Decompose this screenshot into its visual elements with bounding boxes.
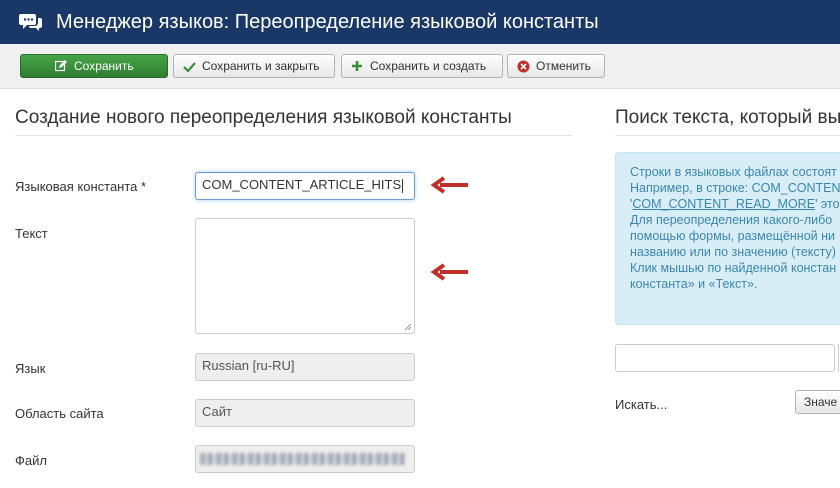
arrow-left-icon: [430, 176, 468, 194]
file-label: Файл: [15, 453, 47, 468]
divider: [15, 135, 572, 136]
toolbar: Сохранить Сохранить и закрыть Сохранить …: [0, 44, 840, 89]
comments-icon: [19, 11, 43, 33]
site-area-label: Область сайта: [15, 406, 104, 421]
constant-label: Языковая константа *: [15, 179, 147, 194]
info-line: Для переопределения какого-либо: [630, 213, 833, 227]
text-textarea[interactable]: [195, 218, 415, 334]
save-button-label: Сохранить: [74, 59, 134, 73]
info-line: помощью формы, размещённой ни: [630, 229, 835, 243]
info-line: Клик мышью по найденной констан: [630, 261, 837, 275]
search-label: Искать...: [615, 397, 668, 412]
info-line: Например, в строке: COM_CONTENT: [630, 181, 840, 195]
cancel-button-label: Отменить: [536, 59, 591, 73]
edit-icon: [54, 59, 68, 73]
text-label: Текст: [15, 226, 48, 241]
search-input[interactable]: [615, 344, 835, 372]
text-cursor: [402, 178, 404, 193]
info-line: константа» и «Текст».: [630, 277, 758, 291]
save-close-button[interactable]: Сохранить и закрыть: [173, 54, 335, 78]
save-new-button[interactable]: Сохранить и создать: [341, 54, 503, 78]
constant-value: COM_CONTENT_ARTICLE_HITS: [202, 177, 402, 192]
language-field: Russian [ru-RU]: [195, 353, 415, 381]
cancel-button[interactable]: Отменить: [507, 54, 605, 78]
title-bar: Менеджер языков: Переопределение языково…: [0, 0, 840, 44]
info-alert: Строки в языковых файлах состоят Наприме…: [615, 152, 840, 325]
blurred-file-path: [200, 453, 405, 465]
resize-handle-icon[interactable]: [403, 322, 412, 331]
save-button[interactable]: Сохранить: [20, 54, 168, 78]
search-title: Поиск текста, который вы: [615, 107, 840, 128]
save-close-button-label: Сохранить и закрыть: [202, 59, 320, 73]
language-label: Язык: [15, 361, 46, 376]
divider: [615, 135, 840, 136]
check-icon: [182, 59, 196, 73]
page-title: Менеджер языков: Переопределение языково…: [56, 10, 599, 33]
site-area-field: Сайт: [195, 399, 415, 427]
arrow-left-icon: [430, 263, 468, 281]
form-title: Создание нового переопределения языковой…: [15, 107, 512, 128]
constant-input[interactable]: COM_CONTENT_ARTICLE_HITS: [195, 172, 415, 200]
search-by-value-button[interactable]: Значе: [795, 390, 840, 414]
info-line: 'COM_CONTENT_READ_MORE' это: [630, 197, 840, 211]
plus-icon: [350, 59, 364, 73]
info-line: Строки в языковых файлах состоят: [630, 165, 837, 179]
save-new-button-label: Сохранить и создать: [370, 59, 487, 73]
info-line: названию или по значению (тексту): [630, 245, 836, 259]
cancel-circle-icon: [516, 59, 530, 73]
